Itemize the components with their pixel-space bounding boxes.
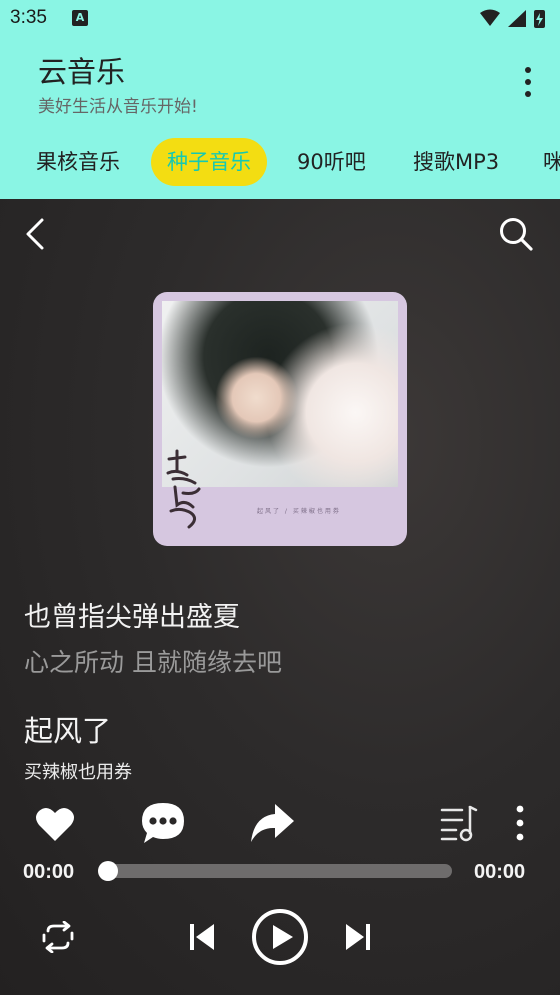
skip-previous-icon[interactable] — [188, 922, 216, 952]
elapsed-time: 00:00 — [23, 861, 75, 883]
comment-icon[interactable] — [140, 801, 186, 845]
overflow-menu-icon[interactable] — [518, 64, 538, 100]
playlist-icon[interactable] — [440, 804, 478, 842]
share-icon[interactable] — [249, 802, 295, 844]
tab-souge-mp3[interactable]: 搜歌MP3 — [413, 138, 499, 186]
album-script-lettering — [166, 449, 201, 529]
play-icon[interactable] — [251, 908, 309, 966]
app-header: 3:35 A 云音乐 美好生活从音乐开始! 果核音乐 种子音乐 90听吧 搜歌M… — [0, 0, 560, 199]
status-bar: 3:35 A — [0, 0, 560, 38]
total-time: 00:00 — [474, 861, 526, 883]
progress-thumb[interactable] — [98, 861, 118, 881]
more-vertical-icon[interactable] — [510, 803, 530, 843]
song-title: 起风了 — [24, 714, 112, 748]
progress-bar[interactable] — [108, 864, 452, 878]
repeat-icon[interactable] — [40, 921, 76, 953]
song-artist: 买辣椒也用券 — [24, 762, 132, 783]
tab-zhongzi-music[interactable]: 种子音乐 — [151, 138, 267, 186]
player-panel: 起风了 / 买辣椒也用券 也曾指尖弹出盛夏 心之所动 且就随缘去吧 起风了 买辣… — [0, 199, 560, 995]
wifi-icon — [480, 9, 500, 26]
source-tabs: 果核音乐 种子音乐 90听吧 搜歌MP3 咪 — [0, 134, 560, 190]
signal-icon — [508, 10, 526, 27]
next-lyric: 心之所动 且就随缘去吧 — [24, 648, 282, 677]
current-lyric: 也曾指尖弹出盛夏 — [24, 602, 240, 633]
album-caption: 起风了 / 买辣椒也用券 — [257, 508, 341, 515]
system-status-icons — [480, 9, 545, 28]
back-arrow-icon[interactable] — [22, 217, 48, 251]
tab-90tingba[interactable]: 90听吧 — [297, 138, 366, 186]
skip-next-icon[interactable] — [344, 922, 372, 952]
app-subtitle: 美好生活从音乐开始! — [38, 97, 198, 117]
tab-guohe-music[interactable]: 果核音乐 — [36, 138, 120, 186]
app-title: 云音乐 — [38, 55, 126, 89]
notification-icon: A — [72, 10, 88, 26]
search-icon[interactable] — [498, 216, 534, 252]
album-art: 起风了 / 买辣椒也用券 — [153, 292, 407, 546]
tab-partial[interactable]: 咪 — [543, 138, 560, 186]
status-time: 3:35 — [10, 7, 47, 28]
heart-icon[interactable] — [34, 805, 76, 843]
